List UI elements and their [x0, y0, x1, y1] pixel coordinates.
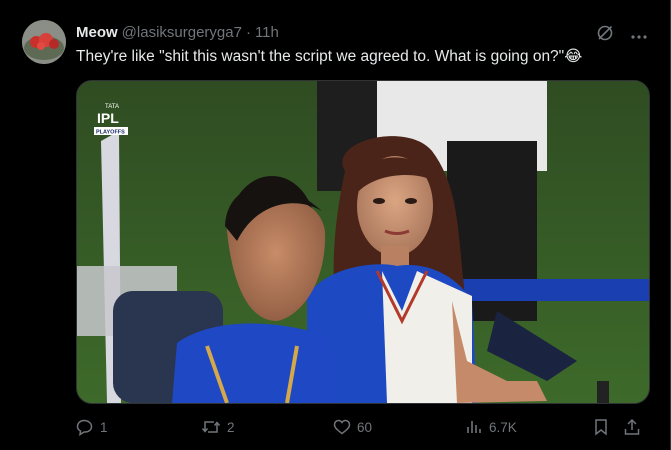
tweet-text: They're like "shit this wasn't the scrip…	[76, 48, 583, 65]
like-button[interactable]: 60	[333, 418, 465, 436]
separator: ·	[245, 24, 251, 41]
repost-count: 2	[227, 419, 235, 435]
share-icon	[623, 418, 641, 436]
tweet-header: Meow @lasiksurgeryga7 · 11h	[76, 24, 279, 41]
badge-line3: PLAYOFFS	[96, 130, 125, 136]
share-button[interactable]	[623, 418, 641, 436]
views-count: 6.7K	[489, 419, 517, 435]
views-button[interactable]: 6.7K	[465, 418, 593, 436]
author-handle[interactable]: @lasiksurgeryga7	[122, 24, 242, 41]
views-icon	[465, 418, 483, 436]
action-bar: 1 2 60 6.7K	[76, 414, 648, 440]
badge-line2: IPL	[97, 110, 119, 126]
photo: TATA IPL PLAYOFFS	[77, 81, 649, 403]
more-icon[interactable]	[630, 27, 648, 45]
reply-button[interactable]: 1	[76, 418, 201, 436]
tweet[interactable]: Meow @lasiksurgeryga7 · 11h They're like…	[0, 0, 671, 450]
grok-icon[interactable]	[596, 24, 614, 47]
timestamp[interactable]: 11h	[255, 24, 279, 41]
avatar[interactable]	[22, 20, 66, 64]
like-count: 60	[357, 419, 373, 435]
repost-button[interactable]: 2	[201, 418, 333, 436]
reply-count: 1	[100, 419, 108, 435]
reply-icon	[76, 418, 94, 436]
bookmark-button[interactable]	[593, 418, 623, 436]
repost-icon	[201, 418, 221, 436]
header-actions	[596, 24, 648, 47]
bookmark-icon	[593, 418, 609, 436]
heart-icon	[333, 418, 351, 436]
avatar-image	[22, 20, 66, 64]
author-name[interactable]: Meow	[76, 24, 118, 41]
tweet-media[interactable]: TATA IPL PLAYOFFS	[76, 80, 650, 404]
